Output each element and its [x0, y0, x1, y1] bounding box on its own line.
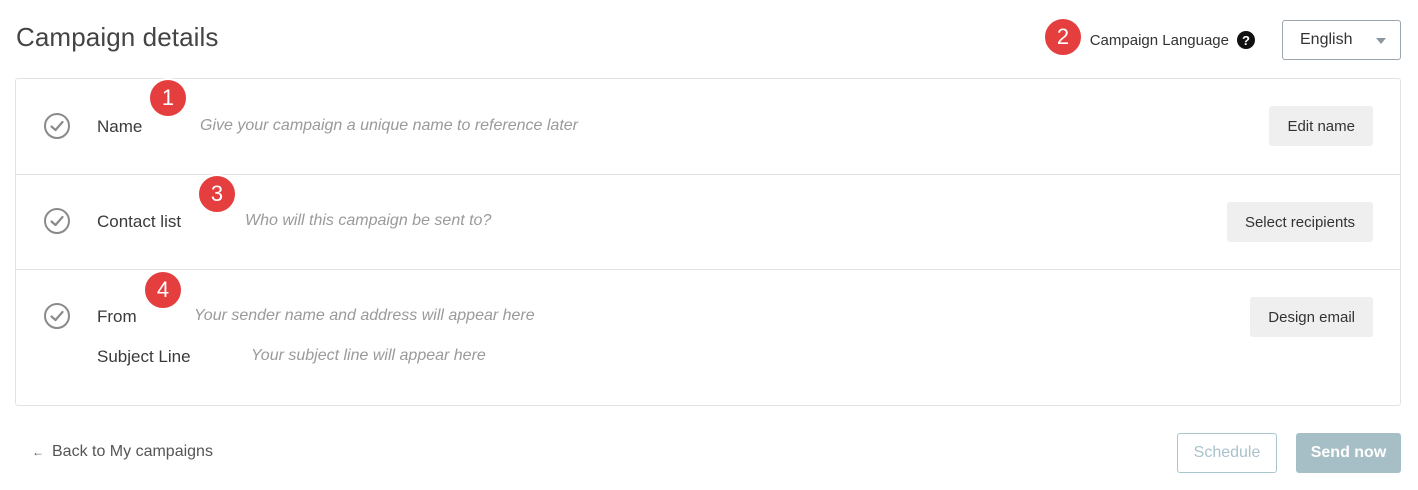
campaign-language: Campaign Language ? English — [1090, 20, 1401, 60]
language-select-value: English — [1300, 31, 1353, 48]
name-label: Name — [97, 117, 143, 136]
annotation-badge-1: 1 — [148, 78, 188, 118]
subject-line-hint: Your subject line will appear here — [251, 347, 486, 364]
design-email-button[interactable]: Design email — [1250, 297, 1373, 337]
annotation-badge-2: 2 — [1043, 17, 1083, 57]
name-row: Name Give your campaign a unique name to… — [16, 79, 1400, 175]
check-circle-icon — [44, 208, 70, 234]
arrow-left-icon: ← — [32, 445, 44, 459]
annotation-badge-3: 3 — [197, 174, 237, 214]
back-link-label: Back to My campaigns — [52, 443, 213, 460]
chevron-down-icon — [1376, 38, 1386, 44]
campaign-language-label: Campaign Language — [1089, 31, 1229, 49]
name-hint: Give your campaign a unique name to refe… — [200, 117, 578, 134]
schedule-button[interactable]: Schedule — [1177, 433, 1277, 473]
help-icon[interactable]: ? — [1237, 31, 1255, 49]
back-to-campaigns-link[interactable]: ← Back to My campaigns — [32, 443, 213, 461]
check-circle-icon — [44, 303, 70, 329]
contact-list-hint: Who will this campaign be sent to? — [245, 212, 492, 229]
from-subject-row: From Your sender name and address will a… — [16, 270, 1400, 406]
from-label: From — [97, 307, 137, 326]
edit-name-button[interactable]: Edit name — [1269, 106, 1373, 146]
from-hint: Your sender name and address will appear… — [194, 307, 535, 324]
annotation-badge-4: 4 — [143, 270, 183, 310]
select-recipients-button[interactable]: Select recipients — [1226, 202, 1373, 242]
check-circle-icon — [44, 113, 70, 139]
subject-line-label: Subject Line — [97, 347, 191, 366]
page-title: Campaign details — [16, 22, 219, 52]
campaign-details-card: Name Give your campaign a unique name to… — [15, 78, 1401, 406]
send-now-button[interactable]: Send now — [1296, 433, 1401, 473]
language-select[interactable]: English — [1282, 20, 1401, 60]
contact-list-label: Contact list — [97, 212, 182, 231]
